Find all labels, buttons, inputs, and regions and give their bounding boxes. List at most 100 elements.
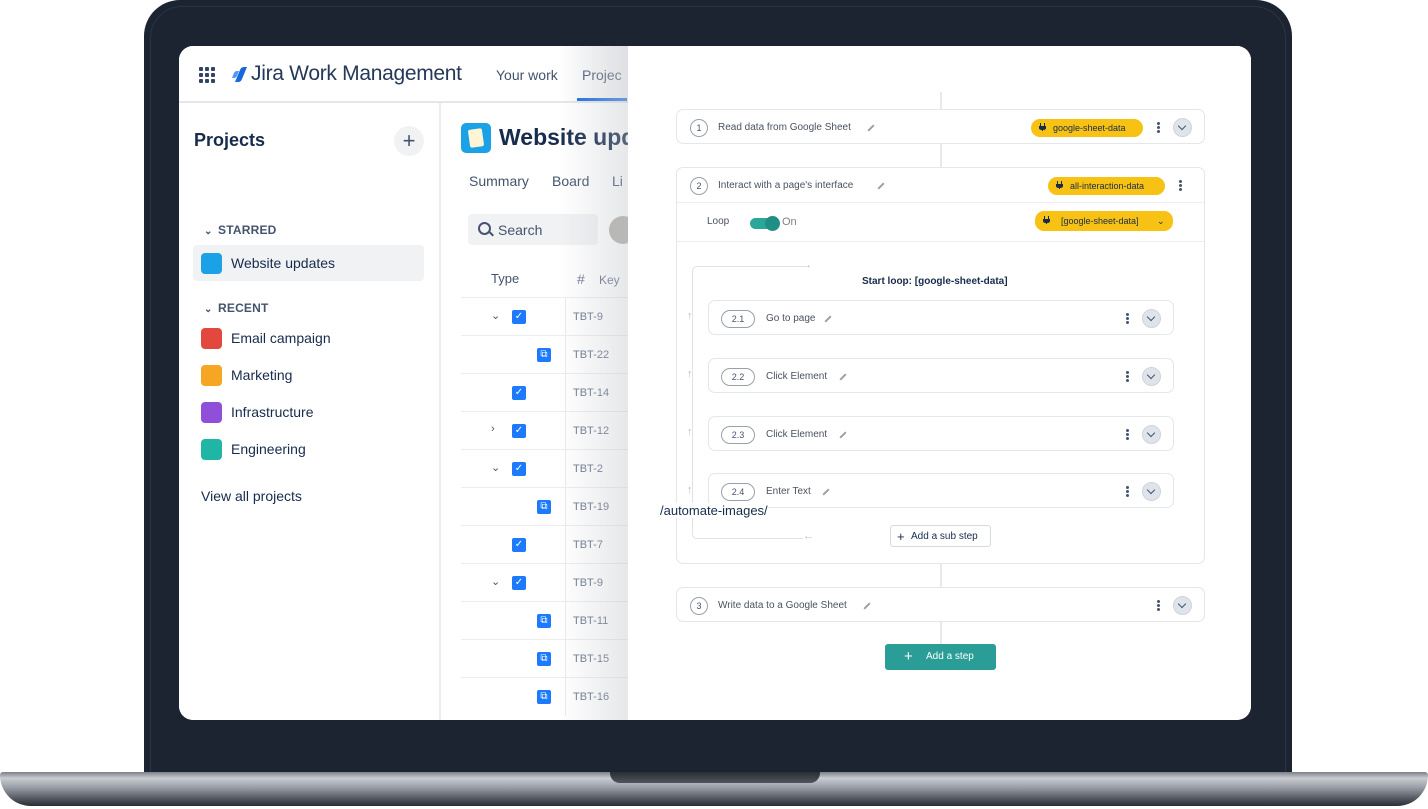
plug-icon [1043, 216, 1050, 224]
expand-chevron-button[interactable] [1142, 482, 1161, 501]
arrow-up-icon: ↑ [687, 310, 693, 322]
toggle-state-text: On [782, 216, 797, 228]
edit-pencil-icon[interactable] [867, 124, 875, 132]
kebab-menu-icon[interactable] [1126, 486, 1129, 497]
sidebar-item-engineering[interactable]: Engineering [193, 431, 424, 467]
tab-board[interactable]: Board [552, 173, 589, 189]
tab-summary[interactable]: Summary [469, 173, 529, 189]
issue-key[interactable]: TBT-7 [573, 539, 603, 551]
output-badge[interactable]: google-sheet-data [1031, 119, 1143, 137]
substep-number: 2.4 [721, 483, 755, 501]
issue-key[interactable]: TBT-15 [573, 653, 609, 665]
sidebar-item-website-updates[interactable]: Website updates [193, 245, 424, 281]
issue-key[interactable]: TBT-9 [573, 311, 603, 323]
view-all-projects-link[interactable]: View all projects [201, 488, 302, 504]
product-name: Jira Work Management [251, 62, 462, 85]
subtask-icon: ⧉ [537, 690, 551, 704]
issue-key[interactable]: TBT-2 [573, 463, 603, 475]
search-placeholder: Search [498, 222, 543, 238]
kebab-menu-icon[interactable] [1157, 600, 1160, 611]
edit-pencil-icon[interactable] [839, 431, 847, 439]
edit-pencil-icon[interactable] [824, 315, 832, 323]
subtask-icon: ⧉ [537, 652, 551, 666]
add-step-label: Add a step [926, 651, 974, 662]
substep-card-2-3[interactable]: 2.3 Click Element [708, 416, 1174, 451]
kebab-menu-icon[interactable] [1126, 429, 1129, 440]
nav-projects[interactable]: Projec [582, 67, 622, 83]
app-switcher-icon[interactable] [199, 67, 215, 83]
sidebar-item-infrastructure[interactable]: Infrastructure [193, 394, 424, 430]
add-sub-step-button[interactable]: + Add a sub step [890, 525, 991, 547]
project-title: Website upd [499, 124, 636, 150]
sidebar-item-marketing[interactable]: Marketing [193, 357, 424, 393]
issue-key[interactable]: TBT-22 [573, 349, 609, 361]
column-divider [565, 678, 566, 716]
expand-chevron-button[interactable] [1142, 425, 1161, 444]
chevron-down-icon[interactable]: ⌄ [491, 309, 500, 322]
loop-source-dropdown[interactable]: [google-sheet-data] ⌄ [1035, 211, 1173, 231]
jira-app: Jira Work Management Your work Projec Pr… [179, 46, 699, 720]
substep-card-2-4[interactable]: 2.4 Enter Text [708, 473, 1174, 508]
issue-key[interactable]: TBT-16 [573, 691, 609, 703]
expand-chevron-button[interactable] [1142, 309, 1161, 328]
arrow-up-icon: ↑ [687, 368, 693, 380]
column-divider [565, 336, 566, 374]
expand-chevron-button[interactable] [1142, 367, 1161, 386]
infrastructure-project-icon [201, 402, 222, 423]
step-card-1[interactable]: 1 Read data from Google Sheet google-she… [676, 109, 1205, 144]
step-card-3[interactable]: 3 Write data to a Google Sheet [676, 587, 1205, 622]
issue-key[interactable]: TBT-9 [573, 577, 603, 589]
chevron-down-icon[interactable]: ⌄ [491, 575, 500, 588]
issue-key[interactable]: TBT-14 [573, 387, 609, 399]
recent-section-toggle[interactable]: ⌄ RECENT [204, 301, 269, 315]
substep-card-2-2[interactable]: 2.2 Click Element [708, 358, 1174, 393]
expand-chevron-button[interactable] [1173, 596, 1192, 615]
chevron-down-icon[interactable]: ⌄ [491, 461, 500, 474]
kebab-menu-icon[interactable] [1126, 371, 1129, 382]
step-label: Interact with a page's interface [718, 180, 854, 191]
plus-icon: + [904, 648, 913, 665]
task-checkbox-icon: ✓ [512, 424, 526, 438]
add-sub-step-label: Add a sub step [911, 531, 978, 542]
kebab-menu-icon[interactable] [1126, 313, 1129, 324]
loop-toggle[interactable] [750, 216, 780, 231]
edit-pencil-icon[interactable] [839, 373, 847, 381]
nav-your-work[interactable]: Your work [496, 67, 558, 83]
expand-chevron-button[interactable] [1173, 118, 1192, 137]
issue-key[interactable]: TBT-19 [573, 501, 609, 513]
substep-number: 2.1 [721, 310, 755, 328]
edit-pencil-icon[interactable] [863, 602, 871, 610]
tab-list[interactable]: Li [612, 173, 623, 189]
issue-key[interactable]: TBT-12 [573, 425, 609, 437]
substep-number: 2.2 [721, 368, 755, 386]
add-project-button[interactable]: + [394, 126, 424, 156]
subtask-icon: ⧉ [537, 348, 551, 362]
column-header-type[interactable]: Type [491, 271, 519, 286]
column-divider [565, 450, 566, 488]
sidebar-item-label: Email campaign [231, 330, 331, 346]
engineering-project-icon [201, 439, 222, 460]
chevron-down-icon: ⌄ [204, 226, 213, 237]
substep-number: 2.3 [721, 426, 755, 444]
kebab-menu-icon[interactable] [1179, 180, 1182, 191]
sidebar-item-label: Marketing [231, 367, 293, 383]
step-number: 1 [690, 119, 708, 137]
chevron-right-icon[interactable]: › [491, 423, 495, 435]
substep-label: Click Element [766, 371, 828, 382]
hash-icon: # [577, 271, 585, 287]
search-input[interactable]: Search [468, 214, 598, 245]
substep-card-2-1[interactable]: 2.1 Go to page [708, 300, 1174, 335]
kebab-menu-icon[interactable] [1157, 122, 1160, 133]
substep-label: Enter Text [766, 486, 811, 497]
output-badge[interactable]: all-interaction-data [1048, 177, 1165, 195]
sidebar-item-email-campaign[interactable]: Email campaign [193, 320, 424, 356]
edit-pencil-icon[interactable] [822, 488, 830, 496]
add-step-button[interactable]: + Add a step [885, 644, 996, 670]
edit-pencil-icon[interactable] [877, 182, 885, 190]
loop-source-text: [google-sheet-data] [1061, 216, 1139, 226]
issue-key[interactable]: TBT-11 [573, 615, 608, 627]
starred-section-toggle[interactable]: ⌄ STARRED [204, 223, 277, 237]
sidebar-item-label: Website updates [231, 255, 336, 271]
website-updates-project-icon [201, 253, 222, 274]
column-header-key[interactable]: Key [599, 273, 620, 287]
